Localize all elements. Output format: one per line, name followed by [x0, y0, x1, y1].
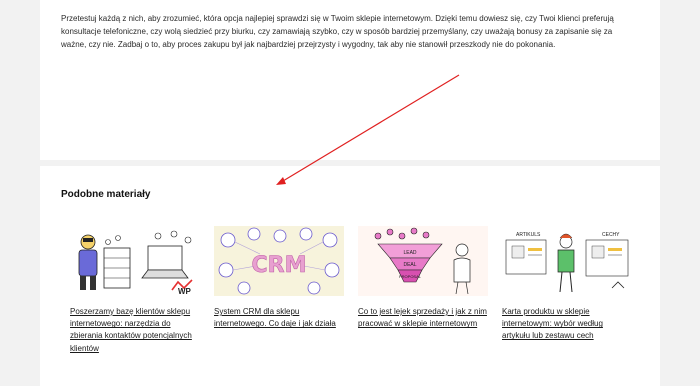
crm-network-illustration-icon[interactable]: CRM: [214, 226, 344, 296]
article-content-card: Przetestuj każdą z nich, aby zrozumieć, …: [40, 0, 660, 160]
funnel-label-deal: DEAL: [403, 262, 416, 268]
article-paragraph: Przetestuj każdą z nich, aby zrozumieć, …: [61, 14, 614, 50]
section-heading: Podobne materiały: [61, 189, 151, 200]
sales-funnel-illustration-icon[interactable]: LEAD DEAL PROPOSAL: [358, 226, 488, 296]
material-title-link[interactable]: Co to jest lejek sprzedaży i jak z nim p…: [358, 306, 488, 330]
material-title-link[interactable]: Karta produktu w sklepie internetowym: w…: [502, 306, 632, 343]
card-label-articles: ARTIKULS: [516, 232, 541, 238]
product-card-illustration-icon[interactable]: ARTIKULS CECHY: [502, 226, 632, 296]
funnel-label-lead: LEAD: [403, 250, 416, 256]
crm-graphic-text: CRM: [252, 253, 307, 278]
funnel-label-proposal: PROPOSAL: [399, 274, 422, 279]
user-database-illustration-icon[interactable]: WP: [70, 226, 200, 296]
material-title-link[interactable]: System CRM dla sklepu internetowego. Co …: [214, 306, 344, 330]
similar-materials-section: Podobne materiały WP Poszerzamy bazę kli…: [40, 166, 660, 386]
wp-logo: WP: [178, 287, 192, 296]
material-title-link[interactable]: Poszerzamy bazę klientów sklepu internet…: [70, 306, 200, 355]
similar-materials-list: WP Poszerzamy bazę klientów sklepu inter…: [70, 226, 640, 376]
card-label-features: CECHY: [602, 232, 620, 238]
